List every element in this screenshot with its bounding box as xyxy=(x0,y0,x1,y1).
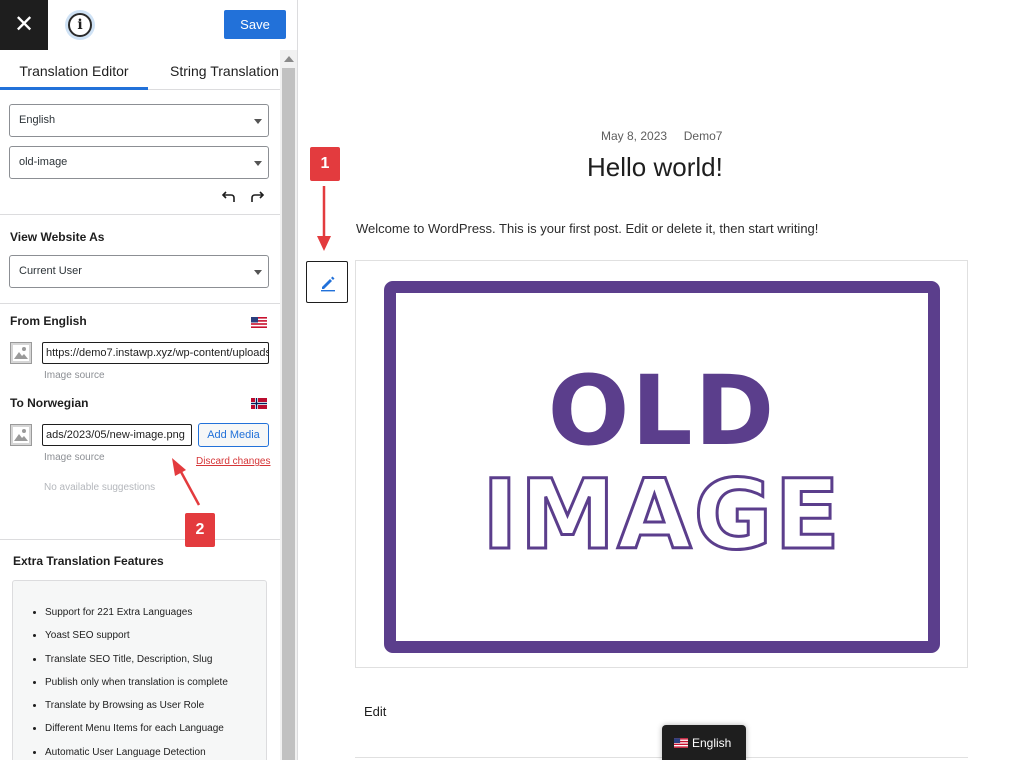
redo-icon[interactable] xyxy=(249,188,267,206)
scroll-up-arrow[interactable] xyxy=(284,56,294,62)
sidebar-topbar: ✕ i Save xyxy=(0,0,297,50)
source-language-label: From English xyxy=(10,314,87,328)
image-placeholder-icon xyxy=(10,424,32,446)
extra-features-list: Support for 221 Extra Languages Yoast SE… xyxy=(45,607,228,760)
list-item: Translate by Browsing as User Role xyxy=(45,700,228,723)
sidebar-scrollbar[interactable] xyxy=(280,50,297,760)
source-image-hint: Image source xyxy=(44,370,105,381)
string-select-value: old-image xyxy=(19,156,68,168)
annotation-badge-1: 1 xyxy=(310,147,340,181)
post-title: Hello world! xyxy=(587,152,723,182)
target-language-label: To Norwegian xyxy=(10,396,89,410)
edit-image-button[interactable] xyxy=(306,261,348,303)
list-item: Yoast SEO support xyxy=(45,630,228,653)
view-as-label: View Website As xyxy=(10,230,105,244)
info-icon[interactable]: i xyxy=(68,13,92,37)
source-image-url-field[interactable]: https://demo7.instawp.xyz/wp-content/upl… xyxy=(42,342,269,364)
scrollbar-thumb[interactable] xyxy=(282,68,295,760)
close-icon[interactable]: ✕ xyxy=(0,0,48,50)
translation-sidebar: ✕ i Save Translation Editor String Trans… xyxy=(0,0,298,760)
add-media-button[interactable]: Add Media xyxy=(198,423,269,447)
us-flag-icon xyxy=(674,738,688,748)
old-image-graphic: OLD IMAGE xyxy=(384,281,940,653)
chevron-down-icon xyxy=(254,270,262,275)
tab-string-translation[interactable]: String Translation xyxy=(170,50,279,90)
list-item: Translate SEO Title, Description, Slug xyxy=(45,654,228,677)
image-placeholder-icon xyxy=(10,342,32,364)
extra-features-box: Support for 221 Extra Languages Yoast SE… xyxy=(12,580,267,760)
post-date[interactable]: May 8, 2023 xyxy=(601,129,667,143)
image-word-old: OLD xyxy=(547,355,777,467)
divider xyxy=(0,214,280,215)
target-image-url-field[interactable]: ads/2023/05/new-image.png xyxy=(42,424,192,446)
post-image[interactable]: OLD IMAGE xyxy=(355,260,968,668)
discard-changes-link[interactable]: Discard changes xyxy=(196,456,270,467)
annotation-badge-2: 2 xyxy=(185,513,215,547)
view-as-select[interactable]: Current User xyxy=(9,255,269,288)
post-meta: May 8, 2023 Demo7 xyxy=(601,129,722,143)
list-item: Automatic User Language Detection xyxy=(45,747,228,760)
list-item: Publish only when translation is complet… xyxy=(45,677,228,700)
target-image-hint: Image source xyxy=(44,452,105,463)
divider xyxy=(0,539,280,540)
no-suggestions-text: No available suggestions xyxy=(44,482,156,493)
image-word-image: IMAGE xyxy=(481,458,842,573)
us-flag-icon xyxy=(251,317,267,328)
save-button[interactable]: Save xyxy=(224,10,286,39)
language-select[interactable]: English xyxy=(9,104,269,137)
post-edit-link[interactable]: Edit xyxy=(364,704,386,719)
list-item: Support for 221 Extra Languages xyxy=(45,607,228,630)
post-intro: Welcome to WordPress. This is your first… xyxy=(356,221,819,236)
norway-flag-icon xyxy=(251,398,267,409)
string-select[interactable]: old-image xyxy=(9,146,269,179)
divider xyxy=(0,303,280,304)
chevron-down-icon xyxy=(254,119,262,124)
sidebar-tabs: Translation Editor String Translation xyxy=(0,50,280,90)
chevron-down-icon xyxy=(254,161,262,166)
view-as-select-value: Current User xyxy=(19,265,82,277)
extra-features-title: Extra Translation Features xyxy=(13,554,164,568)
list-item: Different Menu Items for each Language xyxy=(45,723,228,746)
post-author[interactable]: Demo7 xyxy=(684,129,723,143)
language-switcher[interactable]: English xyxy=(662,725,746,760)
language-switcher-label: English xyxy=(692,736,732,750)
undo-icon[interactable] xyxy=(219,188,237,206)
tab-translation-editor[interactable]: Translation Editor xyxy=(0,50,148,90)
language-select-value: English xyxy=(19,114,56,126)
pencil-icon xyxy=(321,276,335,292)
